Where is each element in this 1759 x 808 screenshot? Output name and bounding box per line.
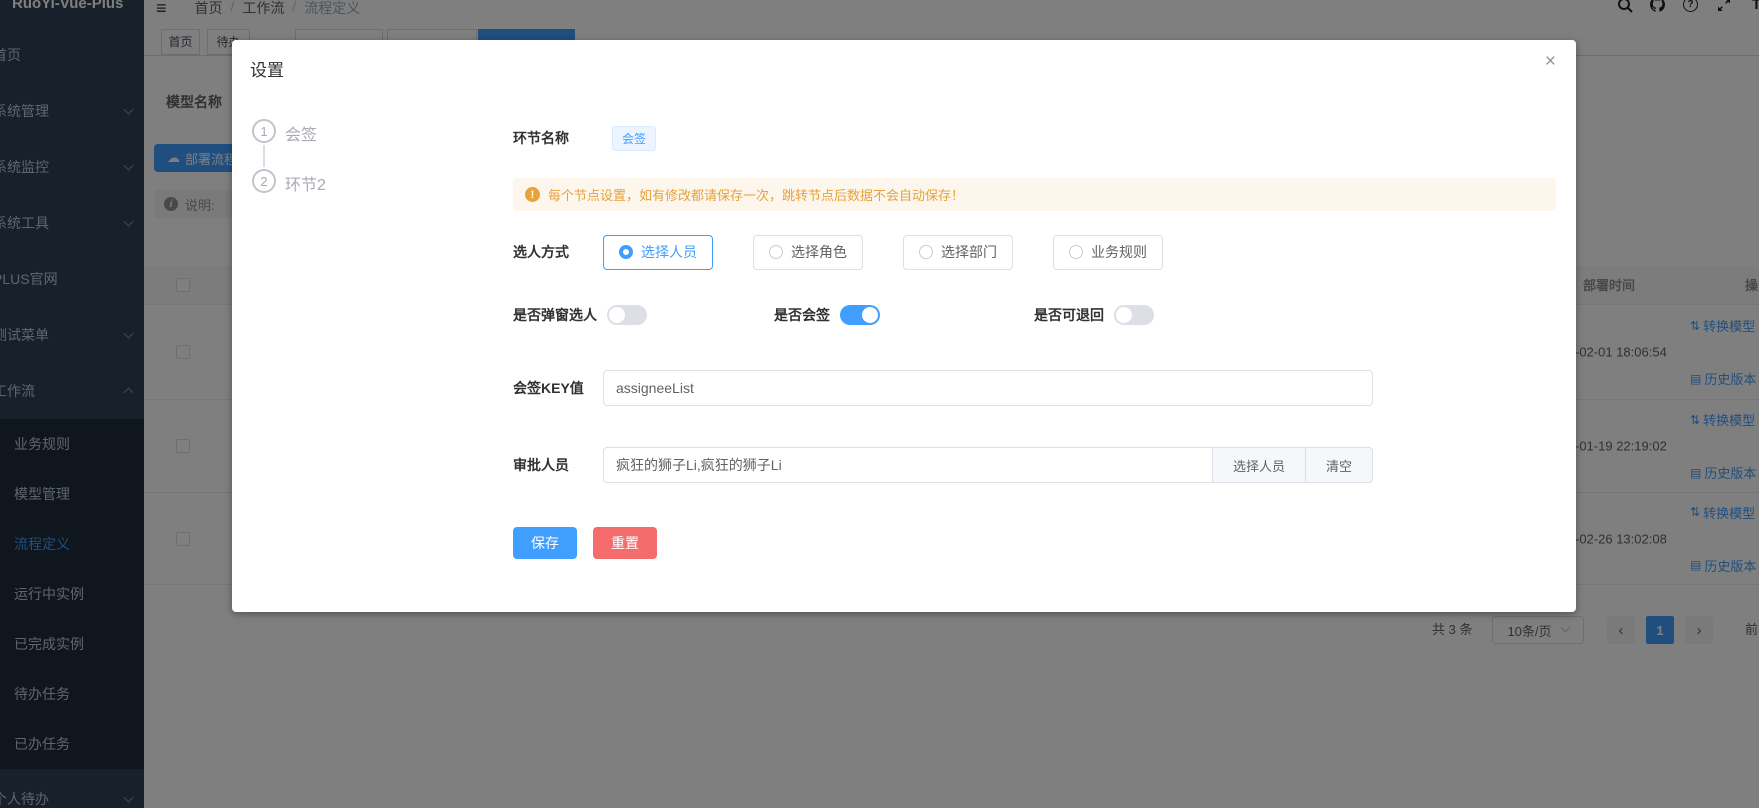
step-1-label[interactable]: 会签 [285,121,317,145]
node-name-label: 环节名称 [513,128,603,148]
warning-icon: ! [525,187,540,202]
multi-sign-label: 是否会签 [774,305,830,325]
approver-input[interactable] [603,447,1212,483]
node-name-row: 环节名称 会签 [513,122,1556,154]
returnable-toggle[interactable] [1114,305,1154,325]
assignee-mode-row: 选人方式 选择人员 选择角色 选择部门 业务规则 [513,234,1556,270]
sign-key-label: 会签KEY值 [513,378,603,398]
returnable-group: 是否可退回 [1034,305,1154,325]
step-connector [263,145,265,167]
clear-button[interactable]: 清空 [1306,448,1372,482]
returnable-label: 是否可退回 [1034,305,1104,325]
approver-append: 选择人员 清空 [1212,447,1373,483]
assignee-mode-label: 选人方式 [513,242,603,262]
warning-alert: ! 每个节点设置，如有修改都请保存一次，跳转节点后数据不会自动保存！ [513,178,1556,211]
popup-select-label: 是否弹窗选人 [513,305,597,325]
node-name-tag[interactable]: 会签 [612,126,656,151]
multi-sign-group: 是否会签 [774,305,880,325]
popup-select-group: 是否弹窗选人 [513,305,647,325]
warning-text: 每个节点设置，如有修改都请保存一次，跳转节点后数据不会自动保存！ [548,185,964,204]
approver-label: 审批人员 [513,455,603,475]
close-icon[interactable]: × [1545,52,1556,71]
multi-sign-toggle[interactable] [840,305,880,325]
approver-row: 审批人员 选择人员 清空 [513,447,1556,483]
step-2-label[interactable]: 环节2 [285,171,326,195]
switches-row: 是否弹窗选人 是否会签 是否可退回 [513,305,1556,325]
reset-button[interactable]: 重置 [593,527,657,559]
dialog-title: 设置 [250,56,284,81]
step-2-circle[interactable]: 2 [252,169,276,193]
form-buttons-row: 保存 重置 [513,527,1556,559]
sign-key-input[interactable] [603,370,1373,406]
radio-choose-dept[interactable]: 选择部门 [903,235,1013,270]
radio-choose-role[interactable]: 选择角色 [753,235,863,270]
step-1-circle[interactable]: 1 [252,119,276,143]
radio-choose-user[interactable]: 选择人员 [603,235,713,270]
radio-icon [769,245,783,259]
settings-dialog: 设置 × 1 会签 2 环节2 环节名称 会签 ! 每个节点设置，如有修改都请保… [232,40,1576,612]
popup-select-toggle[interactable] [607,305,647,325]
radio-icon [1069,245,1083,259]
choose-user-button[interactable]: 选择人员 [1213,448,1306,482]
radio-icon [619,245,633,259]
sign-key-row: 会签KEY值 [513,370,1556,406]
save-button[interactable]: 保存 [513,527,577,559]
radio-icon [919,245,933,259]
radio-business-rule[interactable]: 业务规则 [1053,235,1163,270]
